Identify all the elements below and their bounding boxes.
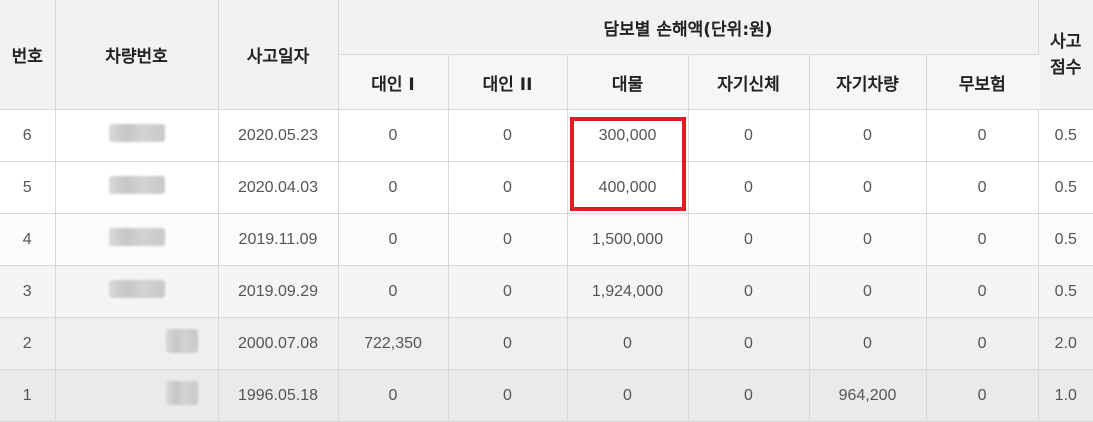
vehicle-number-blurred bbox=[55, 369, 219, 422]
cell-uninsured: 0 bbox=[926, 161, 1039, 214]
cell-date: 2019.09.29 bbox=[218, 265, 339, 318]
cell-bodily-2: 0 bbox=[448, 213, 568, 266]
cell-self-vehicle: 964,200 bbox=[809, 369, 927, 422]
cell-bodily-2: 0 bbox=[448, 109, 568, 162]
vehicle-number-blurred bbox=[55, 213, 219, 266]
header-bodily-2: 대인 II bbox=[448, 54, 568, 110]
blur-mask bbox=[108, 176, 165, 194]
cell-no: 6 bbox=[0, 109, 56, 162]
cell-self-body: 0 bbox=[688, 161, 810, 214]
cell-score: 1.0 bbox=[1038, 369, 1093, 422]
cell-property: 400,000 bbox=[567, 161, 689, 214]
cell-date: 1996.05.18 bbox=[218, 369, 339, 422]
header-no: 번호 bbox=[0, 0, 56, 110]
cell-self-body: 0 bbox=[688, 317, 810, 370]
header-self-body: 자기신체 bbox=[688, 54, 810, 110]
cell-no: 2 bbox=[0, 317, 56, 370]
blur-mask bbox=[108, 280, 165, 298]
cell-self-body: 0 bbox=[688, 213, 810, 266]
cell-bodily-1: 0 bbox=[338, 213, 449, 266]
cell-uninsured: 0 bbox=[926, 265, 1039, 318]
header-accident-score: 사고 점수 bbox=[1038, 0, 1093, 110]
cell-score: 0.5 bbox=[1038, 213, 1093, 266]
cell-uninsured: 0 bbox=[926, 213, 1039, 266]
vehicle-number-blurred bbox=[55, 265, 219, 318]
cell-no: 3 bbox=[0, 265, 56, 318]
header-accident-line1: 사고 bbox=[1050, 31, 1082, 52]
cell-bodily-1: 0 bbox=[338, 109, 449, 162]
cell-self-vehicle: 0 bbox=[809, 265, 927, 318]
header-damage-group: 담보별 손해액(단위:원) bbox=[338, 0, 1039, 55]
blur-mask bbox=[108, 124, 165, 142]
header-self-vehicle: 자기차량 bbox=[809, 54, 927, 110]
cell-no: 1 bbox=[0, 369, 56, 422]
table-row: 3 2019.09.29 0 0 1,924,000 0 0 0 0.5 bbox=[0, 265, 1093, 318]
cell-property: 0 bbox=[567, 317, 689, 370]
cell-self-vehicle: 0 bbox=[809, 161, 927, 214]
cell-bodily-2: 0 bbox=[448, 265, 568, 318]
blur-mask bbox=[165, 381, 198, 405]
cell-score: 0.5 bbox=[1038, 109, 1093, 162]
cell-score: 0.5 bbox=[1038, 265, 1093, 318]
table-row: 1 1996.05.18 0 0 0 0 964,200 0 1.0 bbox=[0, 369, 1093, 422]
cell-bodily-2: 0 bbox=[448, 317, 568, 370]
cell-bodily-2: 0 bbox=[448, 161, 568, 214]
cell-uninsured: 0 bbox=[926, 317, 1039, 370]
cell-uninsured: 0 bbox=[926, 369, 1039, 422]
blur-mask bbox=[165, 329, 198, 353]
header-date: 사고일자 bbox=[218, 0, 339, 110]
header-accident-line2: 점수 bbox=[1050, 57, 1082, 78]
cell-self-vehicle: 0 bbox=[809, 317, 927, 370]
cell-self-vehicle: 0 bbox=[809, 213, 927, 266]
cell-self-body: 0 bbox=[688, 109, 810, 162]
cell-bodily-1: 0 bbox=[338, 265, 449, 318]
cell-date: 2020.04.03 bbox=[218, 161, 339, 214]
cell-no: 5 bbox=[0, 161, 56, 214]
cell-property: 1,924,000 bbox=[567, 265, 689, 318]
header-property: 대물 bbox=[567, 54, 689, 110]
table-row: 4 2019.11.09 0 0 1,500,000 0 0 0 0.5 bbox=[0, 213, 1093, 266]
cell-score: 2.0 bbox=[1038, 317, 1093, 370]
cell-property: 0 bbox=[567, 369, 689, 422]
cell-self-body: 0 bbox=[688, 369, 810, 422]
accident-history-panel: 번호 차량번호 사고일자 담보별 손해액(단위:원) 사고 점수 대인 I 대인… bbox=[0, 0, 1093, 422]
cell-self-body: 0 bbox=[688, 265, 810, 318]
cell-no: 4 bbox=[0, 213, 56, 266]
vehicle-number-blurred bbox=[55, 317, 219, 370]
cell-score: 0.5 bbox=[1038, 161, 1093, 214]
table-row: 6 2020.05.23 0 0 300,000 0 0 0 0.5 bbox=[0, 109, 1093, 162]
cell-bodily-1: 722,350 bbox=[338, 317, 449, 370]
vehicle-number-blurred bbox=[55, 161, 219, 214]
vehicle-number-blurred bbox=[55, 109, 219, 162]
header-uninsured: 무보험 bbox=[926, 54, 1039, 110]
accident-history-table: 번호 차량번호 사고일자 담보별 손해액(단위:원) 사고 점수 대인 I 대인… bbox=[0, 0, 1093, 422]
cell-uninsured: 0 bbox=[926, 109, 1039, 162]
header-bodily-1: 대인 I bbox=[338, 54, 449, 110]
header-vehicle: 차량번호 bbox=[55, 0, 219, 110]
cell-date: 2019.11.09 bbox=[218, 213, 339, 266]
blur-mask bbox=[108, 228, 165, 246]
cell-self-vehicle: 0 bbox=[809, 109, 927, 162]
cell-property: 1,500,000 bbox=[567, 213, 689, 266]
cell-bodily-2: 0 bbox=[448, 369, 568, 422]
cell-bodily-1: 0 bbox=[338, 161, 449, 214]
cell-date: 2000.07.08 bbox=[218, 317, 339, 370]
table-row: 2 2000.07.08 722,350 0 0 0 0 0 2.0 bbox=[0, 317, 1093, 370]
cell-property: 300,000 bbox=[567, 109, 689, 162]
table-row: 5 2020.04.03 0 0 400,000 0 0 0 0.5 bbox=[0, 161, 1093, 214]
cell-date: 2020.05.23 bbox=[218, 109, 339, 162]
cell-bodily-1: 0 bbox=[338, 369, 449, 422]
